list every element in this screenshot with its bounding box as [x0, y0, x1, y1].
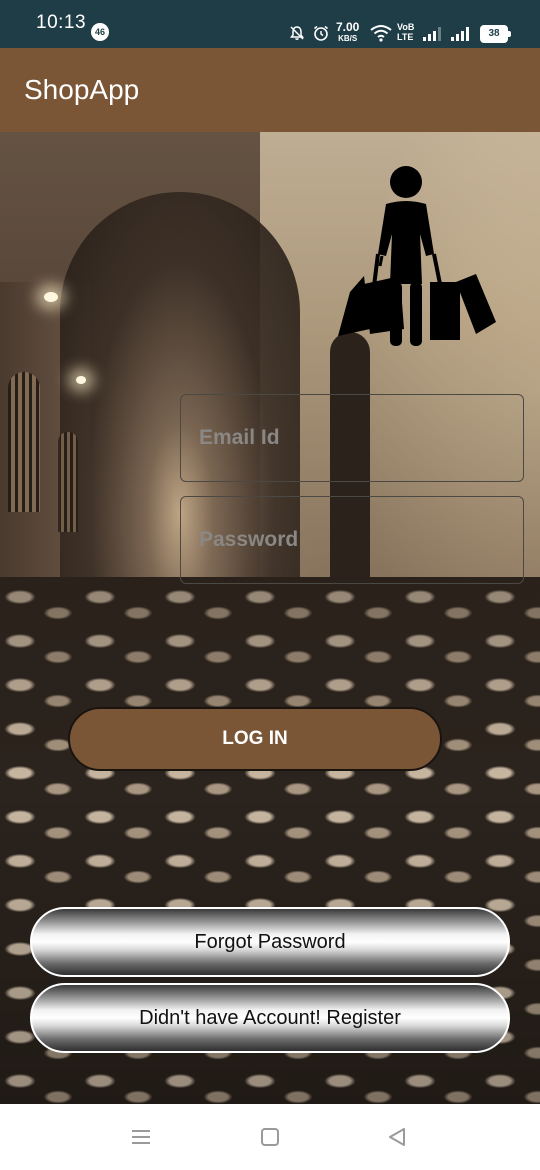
home-icon[interactable]: [259, 1126, 281, 1148]
network-label-bottom: LTE: [397, 32, 414, 42]
register-button[interactable]: Didn't have Account! Register: [30, 983, 510, 1053]
email-input[interactable]: [180, 394, 524, 482]
login-button[interactable]: LOG IN: [68, 707, 442, 771]
app-bar: ShopApp: [0, 48, 540, 132]
password-input[interactable]: [180, 496, 524, 584]
status-bar: 10:13 46 7.00 KB/S VoB LTE 38: [0, 0, 540, 48]
app-title: ShopApp: [24, 74, 140, 105]
net-speed: 7.00 KB/S: [336, 20, 360, 44]
alarm-icon: [314, 25, 328, 41]
wifi-icon: [370, 25, 392, 42]
mute-icon: [290, 26, 304, 40]
signal-icon: [423, 27, 441, 41]
status-time: 10:13: [36, 12, 87, 33]
shopper-logo-icon: [338, 166, 496, 346]
background-window-grate: [8, 372, 40, 512]
net-speed-value: 7.00: [336, 20, 360, 34]
back-icon[interactable]: [386, 1126, 408, 1148]
battery-indicator: 38: [480, 25, 511, 43]
background-lamp-2: [76, 376, 86, 384]
network-type-label: VoB LTE: [397, 22, 414, 42]
recents-icon[interactable]: [130, 1126, 152, 1148]
forgot-password-button[interactable]: Forgot Password: [30, 907, 510, 977]
background-window-grate-2: [58, 432, 78, 532]
login-screen: 10:13 46 7.00 KB/S VoB LTE 38 ShopApp Em…: [0, 0, 540, 1170]
background-lamp: [44, 292, 58, 302]
signal-icon-2: [451, 27, 469, 41]
network-label-top: VoB: [397, 22, 415, 32]
system-nav-bar: [0, 1104, 540, 1170]
notification-count-badge: 46: [91, 23, 109, 41]
net-speed-unit: KB/S: [338, 34, 358, 43]
